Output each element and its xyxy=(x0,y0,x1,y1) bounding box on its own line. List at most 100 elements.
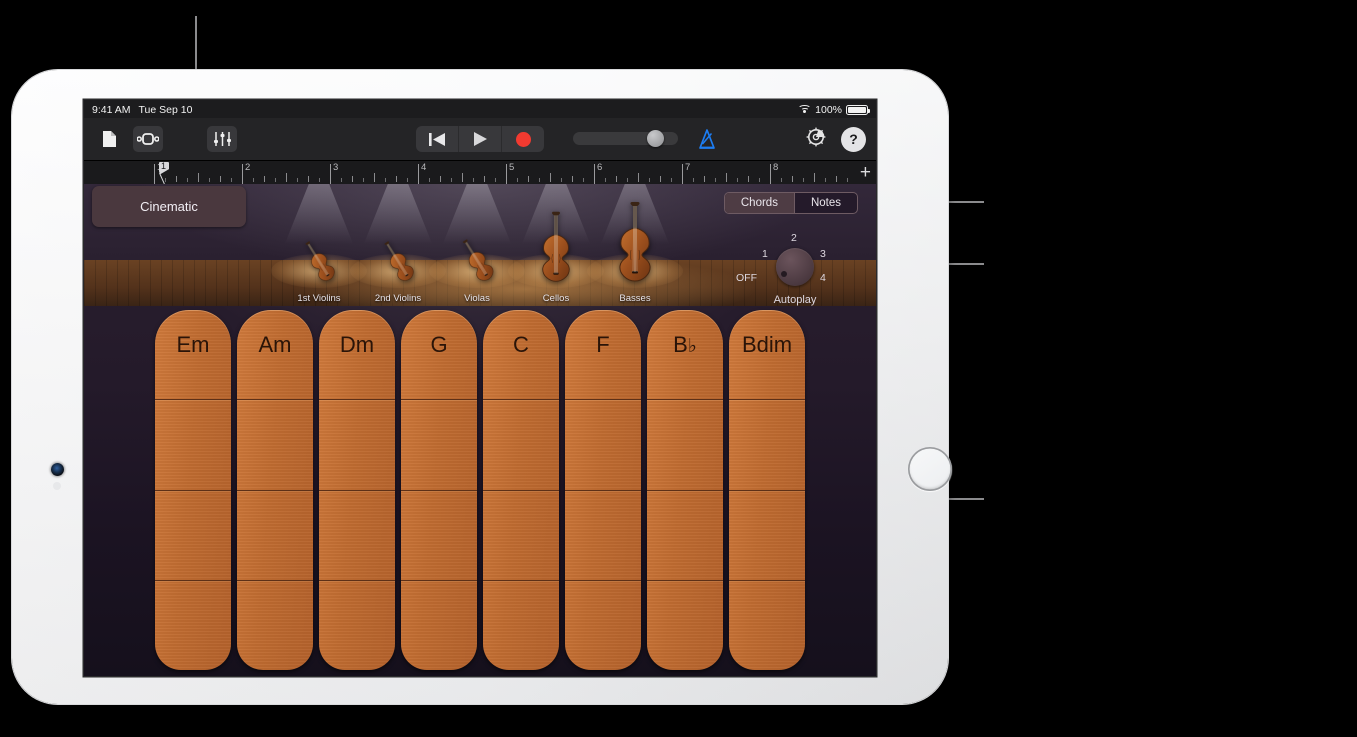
master-volume-slider[interactable] xyxy=(573,130,678,147)
chord-strip[interactable]: B♭ xyxy=(647,310,723,670)
home-button[interactable] xyxy=(908,447,952,491)
chord-strip-segment[interactable] xyxy=(237,579,313,670)
chord-strip-segment[interactable] xyxy=(647,489,723,580)
play-icon[interactable] xyxy=(459,126,501,152)
stage-instrument[interactable]: Cellos xyxy=(518,211,594,304)
chord-strip-segment[interactable] xyxy=(483,489,559,580)
cello-icon xyxy=(534,211,578,288)
status-bar: 9:41 AM Tue Sep 10 100% xyxy=(84,100,876,118)
chord-strip-segment[interactable] xyxy=(319,489,395,580)
chord-strip-segment[interactable] xyxy=(237,399,313,489)
record-icon[interactable] xyxy=(502,126,544,152)
ruler-subtick xyxy=(198,173,199,182)
ruler-subtick xyxy=(528,176,529,182)
chord-strip-segment[interactable]: Am xyxy=(237,310,313,399)
stage-instrument[interactable]: 1st Violins xyxy=(281,241,357,304)
chord-strip-segment[interactable]: B♭ xyxy=(647,310,723,399)
chord-strip-segment[interactable]: C xyxy=(483,310,559,399)
stage-instrument[interactable]: 2nd Violins xyxy=(360,241,436,304)
chord-strip-segment[interactable] xyxy=(237,489,313,580)
chord-strip-segment[interactable] xyxy=(565,399,641,489)
chord-strip-segment[interactable]: Bdim xyxy=(729,310,805,399)
stage-instrument[interactable]: Violas xyxy=(439,239,515,304)
chord-strip-segment[interactable] xyxy=(155,489,231,580)
ruler-subtick xyxy=(737,178,738,182)
autoplay-label-1[interactable]: 1 xyxy=(762,248,768,260)
autoplay-knob-indicator xyxy=(781,271,787,277)
ruler-subtick xyxy=(803,178,804,182)
chord-strip[interactable]: C xyxy=(483,310,559,670)
ruler-subtick xyxy=(176,176,177,182)
gear-icon[interactable] xyxy=(805,126,827,153)
chord-strip-segment[interactable] xyxy=(155,399,231,489)
ruler-subtick xyxy=(693,178,694,182)
help-button[interactable]: ? xyxy=(841,126,866,152)
autoplay-knob[interactable] xyxy=(776,248,814,286)
chord-name: F xyxy=(596,332,610,357)
status-date: Tue Sep 10 xyxy=(138,104,193,116)
wifi-icon xyxy=(798,105,812,115)
status-time: 9:41 AM xyxy=(92,104,131,116)
chord-strip-segment[interactable] xyxy=(483,399,559,489)
instrument-area: 1st Violins 2nd Violins Violas Cellos Ba… xyxy=(84,184,876,676)
chord-strip[interactable]: Bdim xyxy=(729,310,805,670)
ruler-subtick xyxy=(231,178,232,182)
autoplay-label-off[interactable]: OFF xyxy=(736,272,757,284)
ruler-subtick xyxy=(341,178,342,182)
chord-name: B♭ xyxy=(673,332,697,357)
chord-strip-segment[interactable] xyxy=(565,489,641,580)
stage-instrument[interactable]: Basses xyxy=(597,202,673,304)
ruler[interactable]: 1 2 3 4 5 6 7 8 1 + xyxy=(84,160,876,185)
chord-strip-segment[interactable] xyxy=(483,579,559,670)
metronome-icon[interactable] xyxy=(695,127,719,156)
chord-strip-segment[interactable]: Em xyxy=(155,310,231,399)
chord-strip[interactable]: Dm xyxy=(319,310,395,670)
chord-strip-segment[interactable] xyxy=(319,399,395,489)
ruler-subtick xyxy=(286,173,287,182)
autoplay-label-3[interactable]: 3 xyxy=(820,248,826,260)
my-songs-icon[interactable] xyxy=(94,126,124,152)
loop-browser-icon[interactable] xyxy=(133,126,163,152)
chord-name: Em xyxy=(176,332,210,357)
ruler-subtick xyxy=(253,178,254,182)
ruler-subtick xyxy=(363,178,364,182)
chord-strip-segment[interactable] xyxy=(729,489,805,580)
tab-notes[interactable]: Notes xyxy=(795,193,857,213)
autoplay-label-2[interactable]: 2 xyxy=(791,232,797,244)
autoplay-label-4[interactable]: 4 xyxy=(820,272,826,284)
ruler-bar-line xyxy=(682,164,683,184)
tab-chords[interactable]: Chords xyxy=(724,193,794,213)
chord-strip-segment[interactable] xyxy=(647,579,723,670)
playhead[interactable]: 1 xyxy=(159,161,170,185)
chord-strip[interactable]: F xyxy=(565,310,641,670)
chord-strip-segment[interactable] xyxy=(401,579,477,670)
chord-strip-segment[interactable] xyxy=(647,399,723,489)
chord-name: C xyxy=(513,332,529,357)
chord-strip[interactable]: Em xyxy=(155,310,231,670)
add-section-button[interactable]: + xyxy=(860,163,871,182)
chord-strip-segment[interactable] xyxy=(401,399,477,489)
chord-strip-segment[interactable] xyxy=(729,399,805,489)
rewind-icon[interactable] xyxy=(416,126,458,152)
patch-name-button[interactable]: Cinematic xyxy=(92,186,246,227)
chord-strip-segment[interactable] xyxy=(729,579,805,670)
mixer-faders-icon[interactable] xyxy=(207,126,237,152)
ruler-subtick xyxy=(638,173,639,182)
chord-strip-segment[interactable]: G xyxy=(401,310,477,399)
ruler-subtick xyxy=(385,178,386,182)
ruler-subtick xyxy=(209,178,210,182)
chord-strip-segment[interactable] xyxy=(401,489,477,580)
chord-strip-segment[interactable]: F xyxy=(565,310,641,399)
chord-strip[interactable]: Am xyxy=(237,310,313,670)
chord-strip-segment[interactable] xyxy=(155,579,231,670)
playhead-stem xyxy=(159,172,165,185)
chord-strip-segment[interactable] xyxy=(319,579,395,670)
autoplay-control: OFF 1 2 3 4 Autoplay xyxy=(736,230,854,306)
chord-strip-segment[interactable]: Dm xyxy=(319,310,395,399)
ruler-bar-line xyxy=(770,164,771,184)
page-root: 9:41 AM Tue Sep 10 100% ? 2 3 4 5 6 7 8 … xyxy=(0,0,1357,737)
ruler-subtick xyxy=(847,178,848,182)
chord-strip[interactable]: G xyxy=(401,310,477,670)
chord-strip-segment[interactable] xyxy=(565,579,641,670)
master-volume-knob[interactable] xyxy=(647,130,664,147)
